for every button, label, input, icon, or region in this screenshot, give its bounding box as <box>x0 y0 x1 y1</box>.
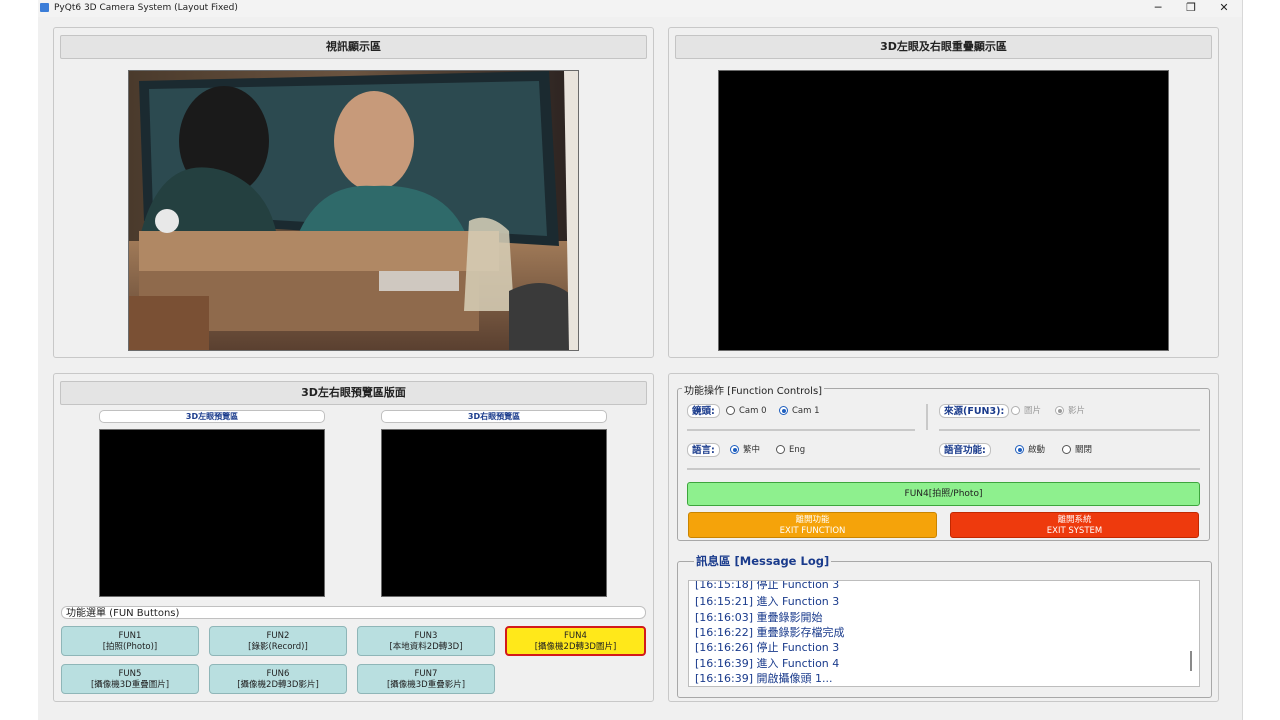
exit-function-label-en: EXIT FUNCTION <box>779 526 846 536</box>
fun-button-line1: FUN4 <box>564 631 587 641</box>
lang-zh-radio[interactable]: 繁中 <box>730 444 760 456</box>
fun4-button[interactable]: FUN4 [攝像機2D轉3D圖片] <box>505 626 646 656</box>
language-label: 語言: <box>687 443 720 457</box>
close-button[interactable]: ✕ <box>1208 0 1240 17</box>
fun-button-line1: FUN3 <box>414 631 438 641</box>
radio-dot-icon <box>726 406 735 415</box>
overlay-display-header: 3D左眼及右眼重疊顯示區 <box>675 35 1212 59</box>
title-bar: PyQt6 3D Camera System (Layout Fixed) ─ … <box>38 0 1242 17</box>
exit-system-label-zh: 離開系統 <box>1057 515 1092 525</box>
function-controls-group: 功能操作 [Function Controls] 鏡頭: Cam 0 Cam 1… <box>677 382 1210 541</box>
fun6-button[interactable]: FUN6 [攝像機2D轉3D影片] <box>209 664 347 694</box>
exit-function-label-zh: 離開功能 <box>795 515 830 525</box>
desktop-background-right <box>1242 0 1280 720</box>
fun7-button[interactable]: FUN7 [攝像機3D重疊影片] <box>357 664 495 694</box>
voice-off-radio[interactable]: 關閉 <box>1062 444 1092 456</box>
fun-button-line2: [攝像機3D重疊圖片] <box>90 680 170 690</box>
right-eye-preview-label: 3D右眼預覽區 <box>381 410 607 423</box>
log-scrollbar[interactable] <box>1190 651 1192 671</box>
restore-button[interactable]: ❐ <box>1175 0 1207 17</box>
fun4-photo-action-button[interactable]: FUN4[拍照/Photo] <box>687 482 1200 506</box>
minimize-button[interactable]: ─ <box>1142 0 1174 17</box>
radio-dot-icon <box>776 445 785 454</box>
radio-dot-icon <box>1062 445 1071 454</box>
exit-function-button[interactable]: 離開功能 EXIT FUNCTION <box>688 512 937 538</box>
divider <box>687 468 1200 470</box>
radio-dot-icon <box>779 406 788 415</box>
overlay-display-panel: 3D左眼及右眼重疊顯示區 <box>668 27 1219 358</box>
lang-en-radio[interactable]: Eng <box>776 444 805 456</box>
cam1-radio[interactable]: Cam 1 <box>779 405 820 417</box>
voice-on-radio[interactable]: 啟動 <box>1015 444 1045 456</box>
log-line: [16:15:18] 停止 Function 3 <box>695 580 840 591</box>
desktop-background-left <box>0 0 38 720</box>
lang-en-label: Eng <box>789 445 806 455</box>
fun-button-line1: FUN5 <box>118 669 142 679</box>
preview-panel-header: 3D左右眼預覽區版面 <box>60 381 647 405</box>
source-image-radio[interactable]: 圖片 <box>1011 405 1041 417</box>
preview-panel: 3D左右眼預覽區版面 3D左眼預覽區 3D右眼預覽區 功能選單 (FUN But… <box>53 373 654 702</box>
function-controls-title: 功能操作 [Function Controls] <box>682 382 825 397</box>
fun3-button[interactable]: FUN3 [本地資料2D轉3D] <box>357 626 495 656</box>
window-title: PyQt6 3D Camera System (Layout Fixed) <box>54 3 238 13</box>
divider <box>687 429 915 431</box>
app-icon <box>40 3 49 12</box>
fun-button-line2: [攝像機2D轉3D圖片] <box>534 642 617 652</box>
right-eye-preview-screen <box>381 429 607 597</box>
video-display-header: 視訊顯示區 <box>60 35 647 59</box>
fun-button-line2: [拍照(Photo)] <box>102 642 158 652</box>
fun-button-line1: FUN2 <box>266 631 290 641</box>
controls-column: 功能操作 [Function Controls] 鏡頭: Cam 0 Cam 1… <box>668 373 1219 702</box>
log-line: [16:16:39] 開啟攝像頭 1... <box>695 672 833 685</box>
log-line: [16:16:22] 重疊錄影存檔完成 <box>695 626 845 639</box>
cam1-label: Cam 1 <box>792 406 820 416</box>
video-display-panel: 視訊顯示區 <box>53 27 654 358</box>
radio-dot-icon <box>1055 406 1064 415</box>
fun-menu-title: 功能選單 (FUN Buttons) <box>61 606 646 619</box>
fun-button-line1: FUN1 <box>118 631 142 641</box>
overlay-display-screen <box>718 70 1169 351</box>
source-video-radio[interactable]: 影片 <box>1055 405 1085 417</box>
fun5-button[interactable]: FUN5 [攝像機3D重疊圖片] <box>61 664 199 694</box>
left-eye-preview-label: 3D左眼預覽區 <box>99 410 325 423</box>
exit-system-label-en: EXIT SYSTEM <box>1046 526 1103 536</box>
camera-video-feed <box>128 70 579 351</box>
radio-dot-icon <box>730 445 739 454</box>
radio-dot-icon <box>1015 445 1024 454</box>
message-log-group: 訊息區 [Message Log] [16:15:18] 停止 Function… <box>677 553 1212 698</box>
camera-frame-image <box>129 71 578 350</box>
log-line: [16:15:21] 進入 Function 3 <box>695 595 840 608</box>
fun-button-line2: [攝像機3D重疊影片] <box>386 680 466 690</box>
fun-button-line1: FUN6 <box>266 669 290 679</box>
log-line: [16:16:26] 停止 Function 3 <box>695 641 840 654</box>
source-image-label: 圖片 <box>1024 406 1042 416</box>
radio-dot-icon <box>1011 406 1020 415</box>
cam0-label: Cam 0 <box>739 406 767 416</box>
fun-button-line2: [錄影(Record)] <box>248 642 308 652</box>
left-eye-preview-screen <box>99 429 325 597</box>
voice-label: 語音功能: <box>939 443 991 457</box>
message-log-list[interactable]: [16:15:18] 停止 Function 3 [16:15:21] 進入 F… <box>688 580 1200 687</box>
fun-button-line2: [攝像機2D轉3D影片] <box>237 680 319 690</box>
exit-system-button[interactable]: 離開系統 EXIT SYSTEM <box>950 512 1199 538</box>
source-label: 來源(FUN3): <box>939 404 1010 418</box>
log-line: [16:16:03] 重疊錄影開始 <box>695 611 823 624</box>
voice-off-label: 關閉 <box>1075 445 1093 455</box>
app-window: PyQt6 3D Camera System (Layout Fixed) ─ … <box>38 0 1242 720</box>
fun-button-line2: [本地資料2D轉3D] <box>389 642 463 652</box>
fun1-button[interactable]: FUN1 [拍照(Photo)] <box>61 626 199 656</box>
log-line: [16:16:39] 進入 Function 4 <box>695 657 840 670</box>
fun-button-line1: FUN7 <box>414 669 438 679</box>
lang-zh-label: 繁中 <box>743 445 761 455</box>
message-log-title: 訊息區 [Message Log] <box>694 553 832 569</box>
lens-label: 鏡頭: <box>687 404 720 418</box>
divider <box>939 429 1200 431</box>
divider <box>926 404 928 430</box>
cam0-radio[interactable]: Cam 0 <box>726 405 767 417</box>
voice-on-label: 啟動 <box>1028 445 1046 455</box>
source-video-label: 影片 <box>1068 406 1086 416</box>
fun2-button[interactable]: FUN2 [錄影(Record)] <box>209 626 347 656</box>
